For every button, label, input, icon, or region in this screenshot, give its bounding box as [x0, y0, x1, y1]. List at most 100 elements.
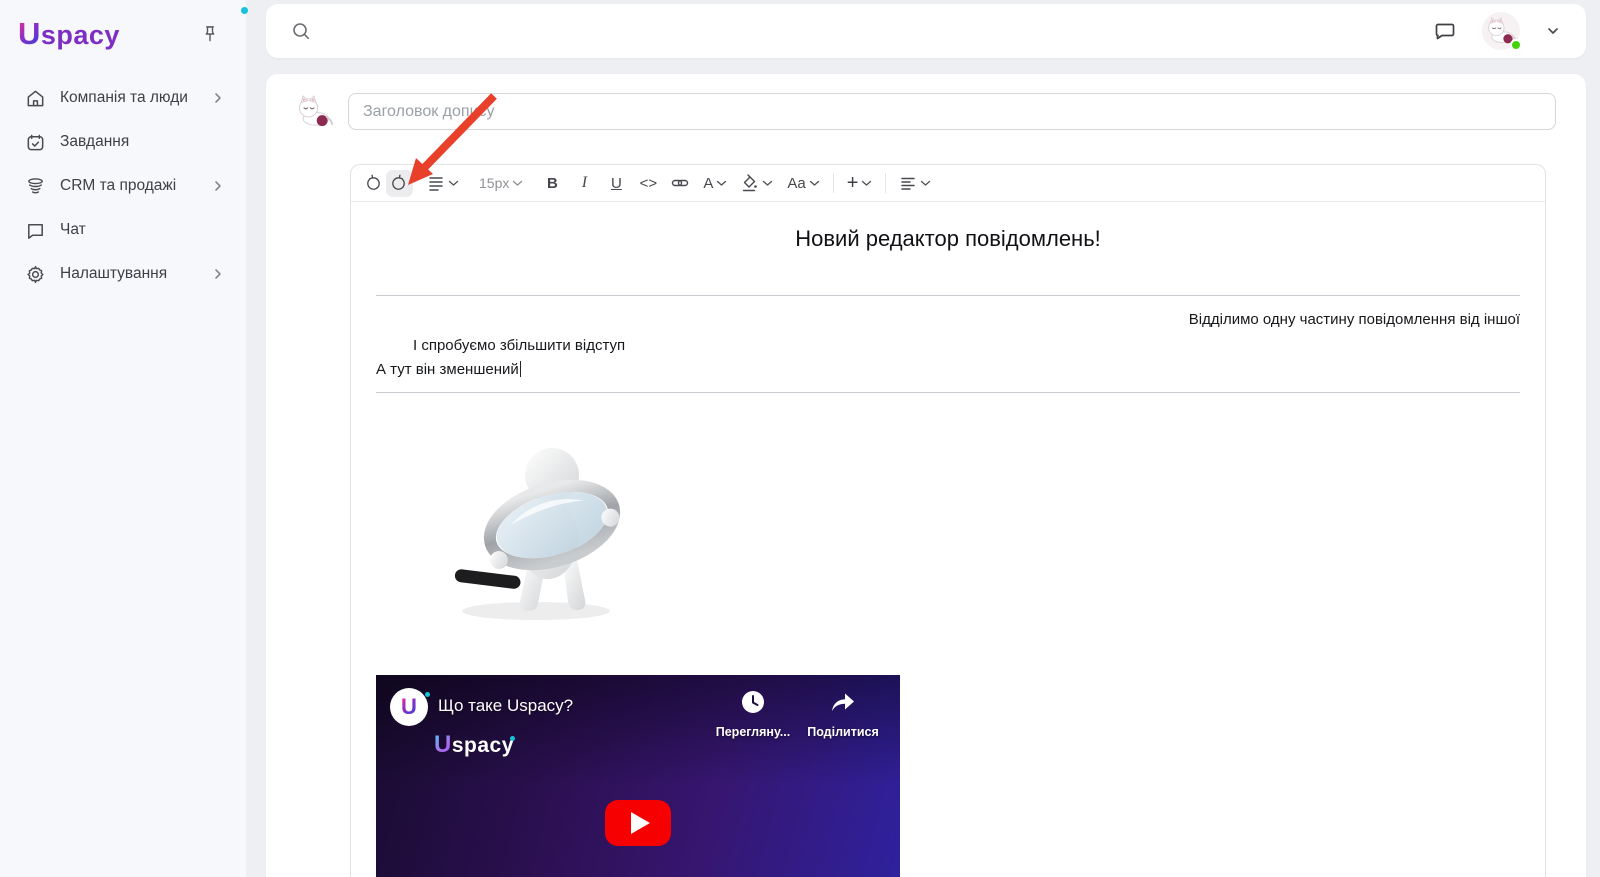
search-input[interactable] — [322, 22, 1430, 40]
chevron-down-icon — [717, 180, 727, 186]
post-header — [266, 74, 1586, 131]
paint-bucket-icon — [743, 174, 758, 192]
chevron-right-icon — [215, 93, 221, 103]
share-arrow-icon — [832, 693, 854, 711]
sidebar-item-label: Компанія та люди — [60, 89, 188, 106]
chevron-down-icon — [448, 180, 459, 186]
insert-button[interactable]: + — [843, 170, 877, 197]
chevron-down-icon — [862, 180, 872, 186]
logo-dot-icon — [509, 736, 515, 741]
watch-later-label: Перегляну... — [715, 725, 791, 739]
text-case-button[interactable]: Aa — [783, 170, 823, 197]
uspacy-logo[interactable]: Uspacy — [18, 7, 248, 52]
rich-text-editor: 15px B I U <> A Aa + Новий редактор пові… — [350, 164, 1546, 877]
messages-button[interactable] — [1430, 16, 1460, 46]
app-window: Uspacy Компанія та люди Завдання CRM та … — [0, 0, 1600, 877]
sidebar-item-label: Налаштування — [60, 265, 168, 282]
post-title-input[interactable] — [348, 93, 1556, 130]
sidebar-item-label: Завдання — [60, 133, 130, 150]
share-label: Поділитися — [807, 725, 879, 739]
video-play-button[interactable] — [605, 800, 671, 846]
video-title[interactable]: Що таке Uspacy? — [438, 696, 573, 716]
plus-icon: + — [846, 171, 859, 194]
channel-logo-letter: U — [401, 694, 417, 719]
chevron-right-icon — [215, 181, 221, 191]
text-color-button[interactable]: A — [699, 170, 731, 197]
home-icon — [24, 87, 46, 109]
line-height-icon — [429, 177, 443, 191]
font-size-value: 15px — [479, 175, 510, 191]
watch-later-button[interactable]: Перегляну... — [710, 689, 796, 739]
line-height-button[interactable] — [423, 170, 463, 197]
author-avatar — [294, 95, 338, 131]
toolbar-divider — [832, 173, 834, 193]
cat-avatar-image — [299, 95, 334, 127]
logo-dot-icon — [241, 7, 248, 14]
redo-button[interactable] — [386, 169, 413, 197]
link-button[interactable] — [667, 170, 693, 197]
chevron-down-icon — [513, 180, 523, 186]
chevron-down-icon — [809, 180, 819, 186]
underline-button[interactable]: U — [603, 170, 629, 197]
sidebar-item-crm[interactable]: CRM та продажі — [0, 164, 246, 208]
highlight-color-button[interactable] — [737, 170, 777, 197]
clock-icon — [742, 691, 764, 713]
youtube-embed[interactable]: U Що таке Uspacy? Uspacy Перегляну... По… — [376, 675, 900, 877]
settings-icon — [24, 263, 46, 285]
doc-line-indented: І спробуємо збільшити відступ — [413, 337, 626, 354]
share-button[interactable]: Поділитися — [800, 689, 886, 739]
online-status-dot — [1510, 39, 1522, 51]
undo-button[interactable] — [359, 170, 386, 197]
chat-icon — [24, 219, 46, 241]
tasks-icon — [24, 131, 46, 153]
doc-line-reduced: А тут він зменшений — [376, 361, 519, 378]
chevron-down-icon — [1548, 28, 1558, 34]
sidebar-item-tasks[interactable]: Завдання — [0, 120, 246, 164]
search-icon — [293, 23, 309, 39]
sidebar-item-label: CRM та продажі — [60, 177, 177, 194]
horizontal-rule — [376, 392, 1520, 393]
post-editor-card: 15px B I U <> A — [266, 74, 1586, 877]
horizontal-rule — [376, 295, 1520, 296]
play-icon — [630, 812, 650, 834]
channel-logo-dot-icon — [425, 692, 430, 697]
video-watermark-logo: Uspacy — [434, 731, 515, 758]
video-channel-avatar[interactable]: U — [390, 688, 430, 726]
global-search[interactable] — [290, 20, 1430, 42]
text-color-label: A — [703, 174, 714, 192]
topbar — [266, 4, 1586, 58]
logo-letter: U — [18, 16, 41, 51]
undo-icon — [367, 174, 380, 190]
editor-document[interactable]: Новий редактор повідомлень! Відділимо од… — [351, 202, 1545, 877]
sidebar-item-label: Чат — [60, 221, 86, 238]
pin-icon — [205, 26, 215, 42]
sidebar: Uspacy Компанія та люди Завдання CRM та … — [0, 0, 248, 877]
align-left-icon — [901, 177, 916, 190]
inline-image-magnifier-figure[interactable] — [434, 439, 644, 623]
pin-sidebar-button[interactable] — [196, 20, 224, 48]
chevron-right-icon — [215, 269, 221, 279]
italic-button[interactable]: I — [571, 170, 597, 197]
user-avatar[interactable] — [1482, 12, 1522, 51]
crm-icon — [24, 175, 46, 197]
sidebar-item-chat[interactable]: Чат — [0, 208, 246, 252]
toolbar-divider — [885, 173, 887, 193]
text-case-label: Aa — [787, 174, 806, 192]
font-size-button[interactable]: 15px — [473, 170, 529, 197]
code-button[interactable]: <> — [635, 170, 661, 197]
doc-heading: Новий редактор повідомлень! — [795, 226, 1101, 251]
logo-name: spacy — [40, 20, 120, 50]
text-cursor — [519, 361, 522, 377]
bold-button[interactable]: B — [539, 170, 565, 197]
profile-menu-button[interactable] — [1542, 20, 1564, 42]
editor-toolbar: 15px B I U <> A Aa + — [351, 165, 1545, 202]
sidebar-item-settings[interactable]: Налаштування — [0, 252, 246, 296]
align-button[interactable] — [895, 170, 935, 197]
sidebar-item-company[interactable]: Компанія та люди — [0, 76, 246, 120]
link-icon — [672, 179, 689, 187]
chevron-down-icon — [763, 180, 773, 186]
redo-icon — [392, 174, 405, 190]
sidebar-nav: Компанія та люди Завдання CRM та продажі — [0, 76, 246, 296]
doc-line-right-aligned: Відділимо одну частину повідомлення від … — [1188, 311, 1520, 328]
chevron-down-icon — [921, 180, 931, 186]
